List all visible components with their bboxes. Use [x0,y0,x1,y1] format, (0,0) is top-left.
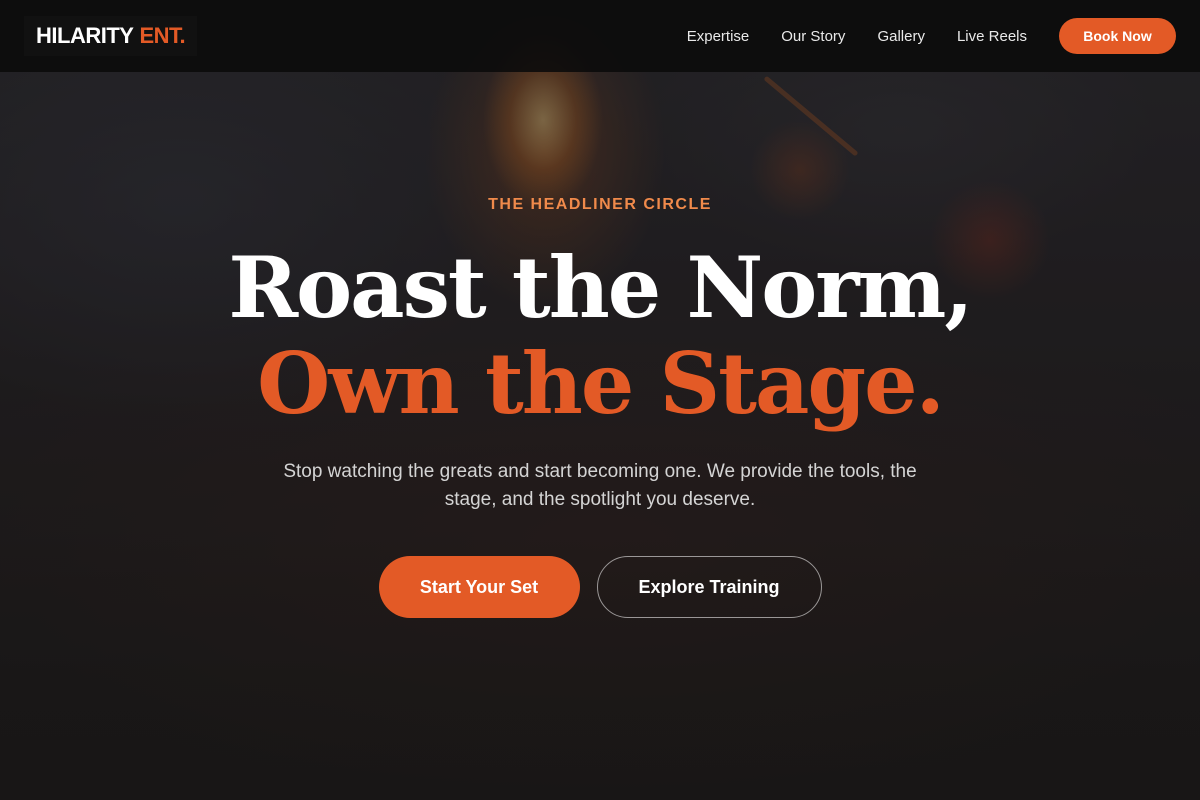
brand-logo[interactable]: HILARITY ENT. [24,16,198,56]
brand-logo-main: HILARITY [36,23,134,48]
hero-eyebrow: THE HEADLINER CIRCLE [488,196,712,213]
hero-subtext: Stop watching the greats and start becom… [283,461,917,510]
hero-cta-row: Start Your Set Explore Training [378,556,822,618]
nav-link-expertise[interactable]: Expertise [687,28,750,45]
explore-training-button[interactable]: Explore Training [596,556,822,618]
nav-link-live-reels[interactable]: Live Reels [957,28,1027,45]
hero-section: THE HEADLINER CIRCLE Roast the Norm, Own… [0,0,1200,800]
hero-headline-line1: Roast the Norm, [228,238,973,337]
hero-headline-line2: Own the Stage. [257,334,945,433]
brand-logo-accent: ENT. [139,23,186,48]
top-navbar: HILARITY ENT. Expertise Our Story Galler… [0,0,1200,72]
nav-link-gallery[interactable]: Gallery [877,28,925,45]
hero-headline: Roast the Norm, Own the Stage. [228,238,973,433]
book-now-button[interactable]: Book Now [1059,18,1176,54]
nav-link-our-story[interactable]: Our Story [781,28,845,45]
main-nav: Expertise Our Story Gallery Live Reels B… [687,18,1176,54]
start-your-set-button[interactable]: Start Your Set [378,556,580,618]
